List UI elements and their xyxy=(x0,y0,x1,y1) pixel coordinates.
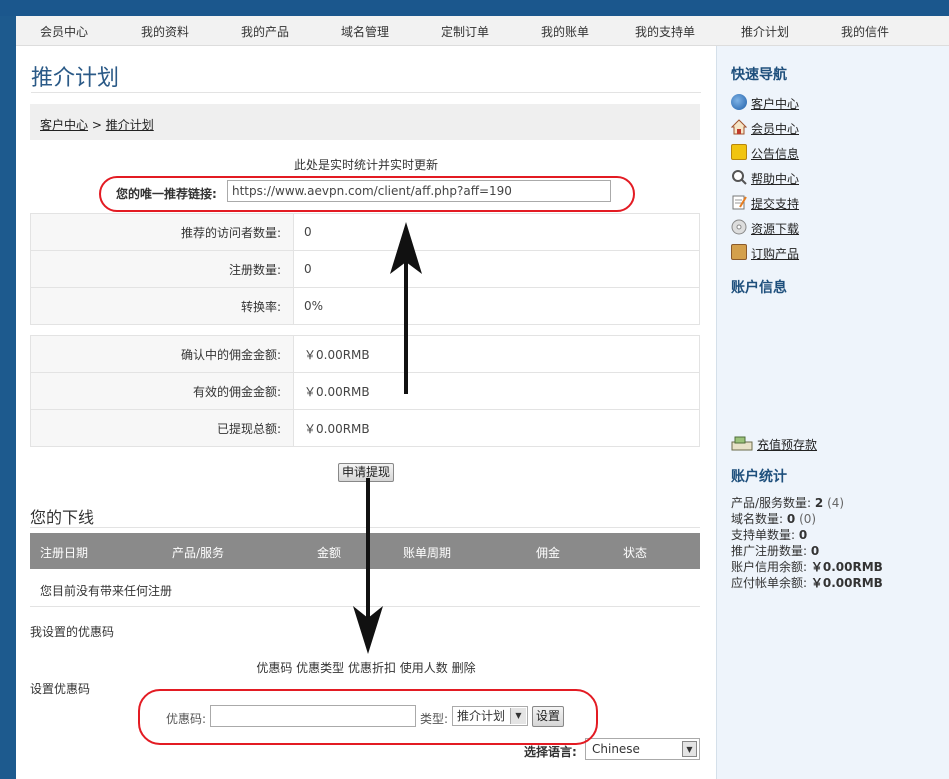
annotation-arrows xyxy=(353,222,422,654)
cash-register-icon xyxy=(731,435,753,451)
account-stat: 账户信用余额: ￥0.00RMB xyxy=(731,560,883,574)
nav-item-products[interactable]: 我的产品 xyxy=(215,16,315,45)
nav-item-emails[interactable]: 我的信件 xyxy=(815,16,915,45)
nav-item-member-center[interactable]: 会员中心 xyxy=(16,16,112,45)
globe-icon xyxy=(731,94,747,110)
nav-item-affiliates[interactable]: 推介计划 xyxy=(715,16,815,45)
quick-nav-heading: 快速导航 xyxy=(731,67,787,83)
sidebar: 快速导航 客户中心 会员中心 公告信息 帮助中心 提交支持 资源下载 订购产品 … xyxy=(716,46,949,779)
account-stats-list: 产品/服务数量: 2 (4) 域名数量: 0 (0) 支持单数量: 0 推广注册… xyxy=(731,495,883,591)
nav-item-invoices[interactable]: 我的账单 xyxy=(515,16,615,45)
notepad-icon xyxy=(731,194,747,210)
home-icon xyxy=(730,119,748,135)
announcement-icon xyxy=(731,144,747,160)
top-strip xyxy=(0,0,949,16)
sidebar-link-label[interactable]: 资源下载 xyxy=(751,220,799,237)
disc-icon xyxy=(731,219,747,235)
magnifier-icon xyxy=(731,169,747,185)
top-nav: 会员中心 我的资料 我的产品 域名管理 定制订单 我的账单 我的支持单 推介计划… xyxy=(16,16,949,46)
sidebar-link-label[interactable]: 订购产品 xyxy=(751,245,799,262)
account-stat: 产品/服务数量: 2 (4) xyxy=(731,496,845,510)
account-stat: 支持单数量: 0 xyxy=(731,528,808,542)
account-stat: 推广注册数量: 0 xyxy=(731,544,820,558)
sidebar-link-label[interactable]: 提交支持 xyxy=(751,195,799,212)
sidebar-link-label[interactable]: 公告信息 xyxy=(751,145,799,162)
nav-item-domains[interactable]: 域名管理 xyxy=(315,16,415,45)
sidebar-link-label[interactable]: 帮助中心 xyxy=(751,170,799,187)
sidebar-link-label[interactable]: 客户中心 xyxy=(751,95,799,112)
box-icon xyxy=(731,244,747,260)
main-content: 推介计划 客户中心 > 推介计划 此处是实时统计并实时更新 您的唯一推荐链接: … xyxy=(16,46,716,779)
account-stats-heading: 账户统计 xyxy=(731,469,787,485)
account-stat: 域名数量: 0 (0) xyxy=(731,512,817,526)
nav-item-custom-orders[interactable]: 定制订单 xyxy=(415,16,515,45)
nav-item-support-tickets[interactable]: 我的支持单 xyxy=(615,16,715,45)
account-stat: 应付帐单余额: ￥0.00RMB xyxy=(731,576,883,590)
account-info-heading: 账户信息 xyxy=(731,280,787,296)
sidebar-link-label[interactable]: 会员中心 xyxy=(751,120,799,137)
nav-item-profile[interactable]: 我的资料 xyxy=(115,16,215,45)
sidebar-link-label[interactable]: 充值预存款 xyxy=(757,436,817,453)
